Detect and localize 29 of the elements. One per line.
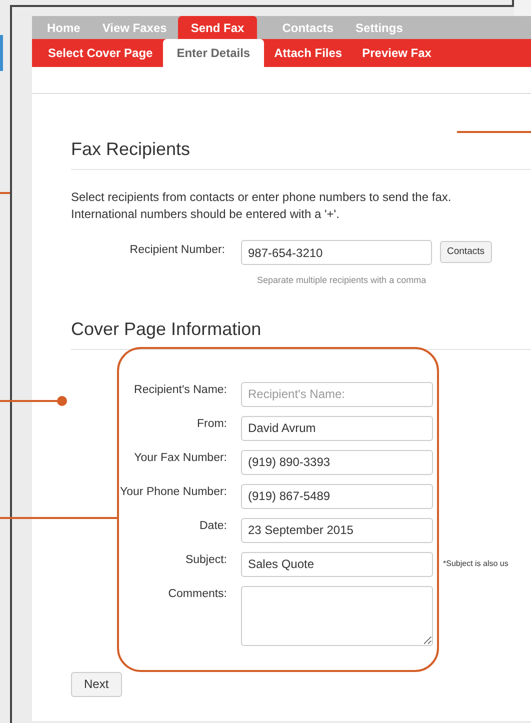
field-label: Comments: bbox=[167, 586, 228, 602]
input-field[interactable]: 987-654-3210 bbox=[241, 240, 432, 265]
field-label: Recipient's Name: bbox=[133, 382, 228, 398]
leader-line bbox=[0, 400, 60, 402]
sub-tab[interactable]: Preview Fax bbox=[352, 39, 442, 67]
field-label: Subject: bbox=[184, 552, 228, 568]
comments-field[interactable] bbox=[241, 586, 433, 646]
input-field[interactable]: Recipient's Name: bbox=[241, 382, 433, 406]
input-field[interactable]: 23 September 2015 bbox=[241, 518, 433, 542]
input-field[interactable]: (919) 890-3393 bbox=[241, 450, 433, 474]
sub-tab[interactable]: Attach Files bbox=[264, 39, 352, 67]
field-label: Your Fax Number: bbox=[133, 450, 228, 466]
nav-tab[interactable]: Send Fax bbox=[178, 16, 258, 39]
note-text: *Subject is also us bbox=[443, 558, 508, 570]
field-label: Your Phone Number: bbox=[119, 484, 228, 500]
input-field[interactable]: David Avrum bbox=[241, 416, 433, 440]
field-label: From: bbox=[196, 416, 228, 432]
input-field[interactable]: (919) 867-5489 bbox=[241, 484, 433, 508]
section-heading: Fax Recipients bbox=[71, 136, 531, 170]
description-text: Select recipients from contacts or enter phone numbers to send the fax. International numbers should be entered with a '+'. bbox=[71, 189, 452, 223]
contacts-button[interactable]: Contacts bbox=[440, 241, 492, 263]
help-text: Separate multiple recipients with a comma bbox=[257, 274, 428, 287]
section-heading: Cover Page Information bbox=[71, 316, 531, 350]
input-field[interactable]: Sales Quote bbox=[241, 552, 433, 576]
next-button[interactable]: Next bbox=[71, 672, 122, 696]
field-label: Date: bbox=[198, 518, 228, 534]
sub-tab[interactable]: Enter Details bbox=[162, 39, 264, 67]
field-label: Recipient Number: bbox=[128, 243, 226, 258]
sub-tab[interactable]: Select Cover Page bbox=[38, 39, 163, 67]
